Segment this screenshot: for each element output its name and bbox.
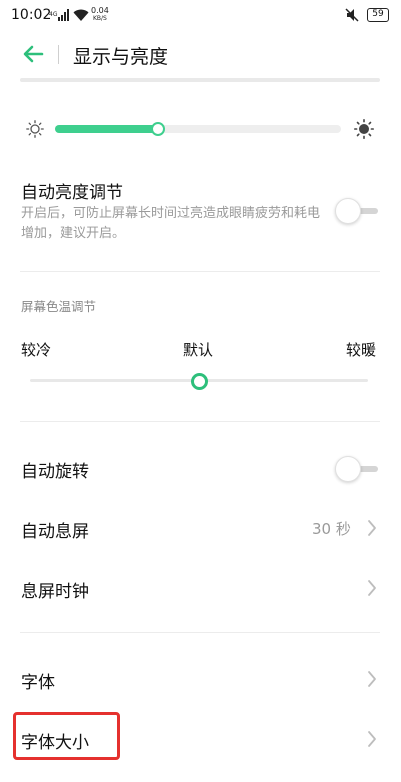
- brightness-slider-thumb[interactable]: [150, 122, 165, 136]
- auto-rotate-toggle[interactable]: [335, 456, 378, 482]
- brightness-slider-fill: [55, 125, 158, 133]
- font-row[interactable]: [0, 650, 401, 708]
- font-size-highlight-box: [13, 712, 120, 760]
- color-temp-default-label: 默认: [183, 341, 214, 359]
- auto-brightness-label: 自动亮度调节: [21, 183, 123, 203]
- status-bar: 10:02 4G 0.04 KB/S 59: [0, 0, 401, 32]
- back-arrow-icon[interactable]: [22, 44, 44, 64]
- color-temp-section-title: 屏幕色温调节: [21, 299, 97, 314]
- speed-unit: KB/S: [92, 15, 107, 22]
- toggle-knob: [335, 198, 361, 224]
- divider: [20, 421, 380, 422]
- header-shadow: [20, 78, 380, 82]
- auto-brightness-toggle[interactable]: [335, 198, 378, 224]
- mute-icon: [345, 8, 359, 22]
- font-label: 字体: [21, 673, 55, 693]
- chevron-right-icon: [368, 671, 376, 687]
- signal-icon: 4G: [49, 9, 69, 21]
- auto-brightness-description: 开启后，可防止屏幕长时间过亮造成眼睛疲劳和耗电增加，建议开启。: [21, 206, 321, 241]
- brightness-slider[interactable]: [55, 122, 341, 136]
- brightness-high-icon: [354, 119, 374, 139]
- speed-value: 0.04: [91, 6, 109, 15]
- header-divider: [58, 45, 59, 64]
- toggle-knob: [335, 456, 361, 482]
- wifi-icon: [73, 9, 89, 21]
- screen-off-clock-label: 息屏时钟: [21, 582, 89, 602]
- brightness-low-icon: [26, 120, 44, 138]
- network-speed: 0.04 KB/S: [91, 6, 109, 23]
- color-temp-warm-label: 较暖: [346, 341, 377, 359]
- status-time: 10:02: [11, 7, 52, 23]
- auto-rotate-label: 自动旋转: [21, 462, 89, 482]
- page-title: 显示与亮度: [73, 46, 169, 68]
- app-header: 显示与亮度: [0, 32, 401, 76]
- chevron-right-icon: [368, 731, 376, 747]
- divider: [20, 632, 380, 633]
- color-temp-cool-label: 较冷: [21, 341, 52, 359]
- screen-timeout-label: 自动息屏: [21, 522, 89, 542]
- divider: [20, 271, 380, 272]
- chevron-right-icon: [368, 580, 376, 596]
- chevron-right-icon: [368, 520, 376, 536]
- screen-timeout-value: 30 秒: [312, 520, 351, 538]
- color-temp-slider-thumb[interactable]: [191, 373, 208, 390]
- battery-icon: 59: [367, 8, 389, 22]
- network-type: 4G: [49, 11, 58, 18]
